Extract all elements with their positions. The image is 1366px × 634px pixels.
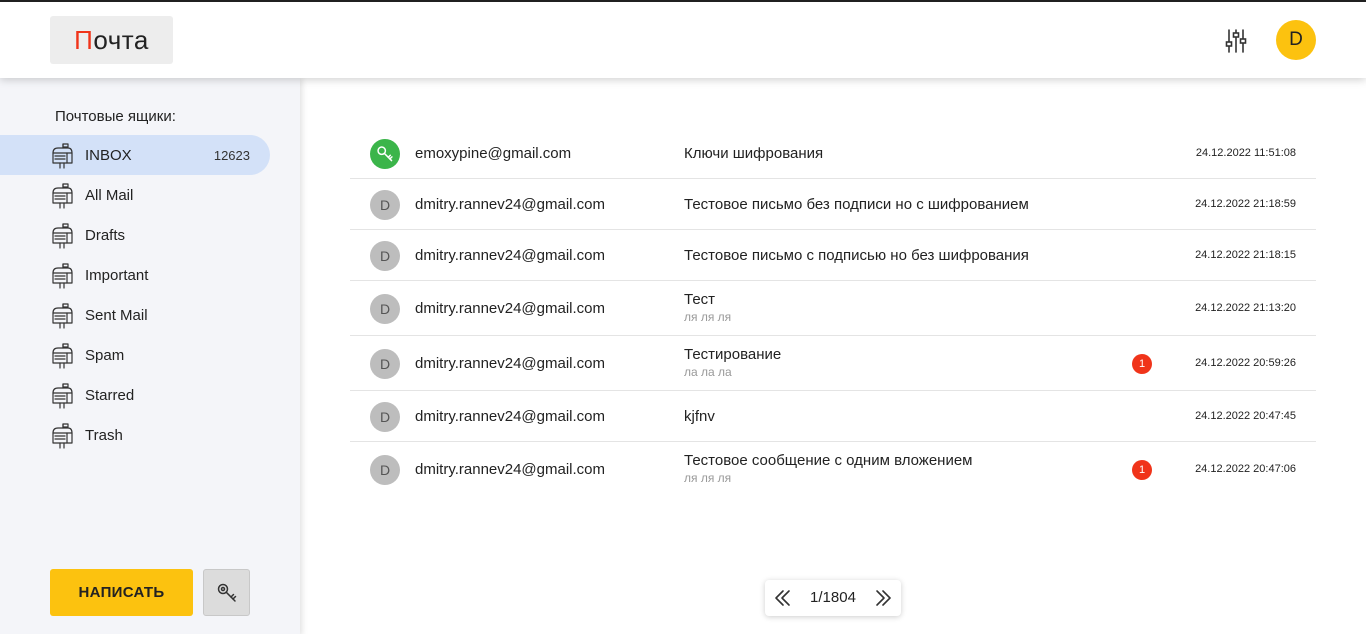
sidebar-item-drafts[interactable]: Drafts	[0, 215, 270, 255]
key-icon	[217, 583, 236, 602]
message-preview: ля ля ля	[684, 309, 732, 324]
next-page-icon[interactable]	[873, 588, 893, 608]
sender-avatar: D	[370, 454, 400, 485]
message-date: 24.12.2022 20:59:26	[1195, 356, 1296, 369]
settings-sliders-icon[interactable]	[1222, 26, 1250, 56]
sender-avatar: D	[370, 401, 400, 432]
message-subject: Тестовое сообщение с одним вложением	[684, 451, 973, 469]
mailbox-count: 12623	[213, 147, 250, 163]
message-date: 24.12.2022 21:18:15	[1195, 248, 1296, 261]
mailbox-icon	[50, 303, 76, 329]
sidebar-item-trash[interactable]: Trash	[0, 415, 270, 455]
message-row[interactable]: Ddmitry.rannev24@gmail.com Тестовое письм…	[350, 179, 1316, 230]
user-avatar[interactable]: D	[1276, 20, 1316, 60]
logo-text: очта	[93, 24, 149, 55]
message-subject: Тестовое письмо без подписи но с шифрова…	[684, 195, 1029, 213]
sender-avatar: D	[370, 293, 400, 324]
mailbox-icon	[50, 143, 76, 169]
mailbox-icon	[50, 383, 76, 409]
sidebar-item-sent-mail[interactable]: Sent Mail	[0, 295, 270, 335]
message-sender: emoxypine@gmail.com	[415, 144, 572, 162]
message-list: emoxypine@gmail.com Ключи шифрования 24.12…	[350, 128, 1316, 497]
message-subject: Ключи шифрования	[684, 144, 824, 162]
message-row[interactable]: Ddmitry.rannev24@gmail.com Тест ля ля ля 24…	[350, 281, 1316, 336]
message-sender: dmitry.rannev24@gmail.com	[415, 195, 606, 213]
mailbox-icon	[50, 183, 76, 209]
sidebar-item-spam[interactable]: Spam	[0, 335, 270, 375]
mailbox-label: All Mail	[85, 186, 134, 204]
compose-button[interactable]: НАПИСАТЬ	[50, 569, 193, 616]
attachment-count-badge: 1	[1132, 459, 1152, 480]
pagination: 1/1804	[765, 580, 901, 616]
mailbox-label: Important	[85, 266, 149, 284]
sidebar-item-all-mail[interactable]: All Mail	[0, 175, 270, 215]
mailbox-icon	[50, 343, 76, 369]
mailbox-label: Starred	[85, 386, 135, 404]
sidebar: Почтовые ящики: INBOX 12623 All Mail Drafts…	[0, 78, 300, 634]
message-row[interactable]: Ddmitry.rannev24@gmail.com Тестирование ла…	[350, 336, 1316, 391]
main-content: emoxypine@gmail.com Ключи шифрования 24.12…	[300, 78, 1366, 634]
message-date: 24.12.2022 20:47:06	[1195, 462, 1296, 475]
attachment-count-badge: 1	[1132, 353, 1152, 374]
app-logo[interactable]: Почта	[50, 16, 173, 64]
message-date: 24.12.2022 21:18:59	[1195, 197, 1296, 210]
top-header: Почта D	[0, 2, 1366, 78]
message-sender: dmitry.rannev24@gmail.com	[415, 460, 606, 478]
message-subject: kjfnv	[684, 407, 715, 425]
mailbox-label: Trash	[85, 426, 123, 444]
message-subject: Тестовое письмо с подписью но без шифров…	[684, 246, 1029, 264]
message-subject: Тестирование	[684, 345, 782, 363]
message-sender: dmitry.rannev24@gmail.com	[415, 299, 606, 317]
mailbox-label: Drafts	[85, 226, 126, 244]
sidebar-item-inbox[interactable]: INBOX 12623	[0, 135, 270, 175]
message-preview: ля ля ля	[684, 470, 732, 485]
sender-avatar: D	[370, 240, 400, 271]
key-icon	[370, 138, 400, 169]
message-date: 24.12.2022 11:51:08	[1195, 146, 1296, 159]
sidebar-item-important[interactable]: Important	[0, 255, 270, 295]
logo-accent-letter: П	[74, 24, 94, 55]
message-row[interactable]: Ddmitry.rannev24@gmail.com kjfnv 24.12.202…	[350, 391, 1316, 442]
mailbox-icon	[50, 263, 76, 289]
message-row[interactable]: Ddmitry.rannev24@gmail.com Тестовое сообщ…	[350, 442, 1316, 497]
message-row[interactable]: Ddmitry.rannev24@gmail.com Тестовое письм…	[350, 230, 1316, 281]
mailbox-icon	[50, 223, 76, 249]
sender-avatar: D	[370, 189, 400, 220]
message-date: 24.12.2022 21:13:20	[1195, 301, 1296, 314]
sender-avatar: D	[370, 348, 400, 379]
message-sender: dmitry.rannev24@gmail.com	[415, 354, 606, 372]
mailbox-label: Sent Mail	[85, 306, 148, 324]
message-sender: dmitry.rannev24@gmail.com	[415, 246, 606, 264]
message-date: 24.12.2022 20:47:45	[1195, 409, 1296, 422]
message-subject: Тест	[684, 290, 716, 308]
mailboxes-title: Почтовые ящики:	[55, 108, 176, 125]
message-sender: dmitry.rannev24@gmail.com	[415, 407, 606, 425]
mailbox-list: INBOX 12623 All Mail Drafts Important Sent Ma…	[0, 135, 300, 455]
mailbox-icon	[50, 423, 76, 449]
mailbox-label: Spam	[85, 346, 125, 364]
mailbox-label: INBOX	[85, 146, 132, 164]
message-preview: ла ла ла	[684, 364, 732, 379]
keys-button[interactable]	[203, 569, 250, 616]
message-row[interactable]: emoxypine@gmail.com Ключи шифрования 24.12…	[350, 128, 1316, 179]
sidebar-item-starred[interactable]: Starred	[0, 375, 270, 415]
